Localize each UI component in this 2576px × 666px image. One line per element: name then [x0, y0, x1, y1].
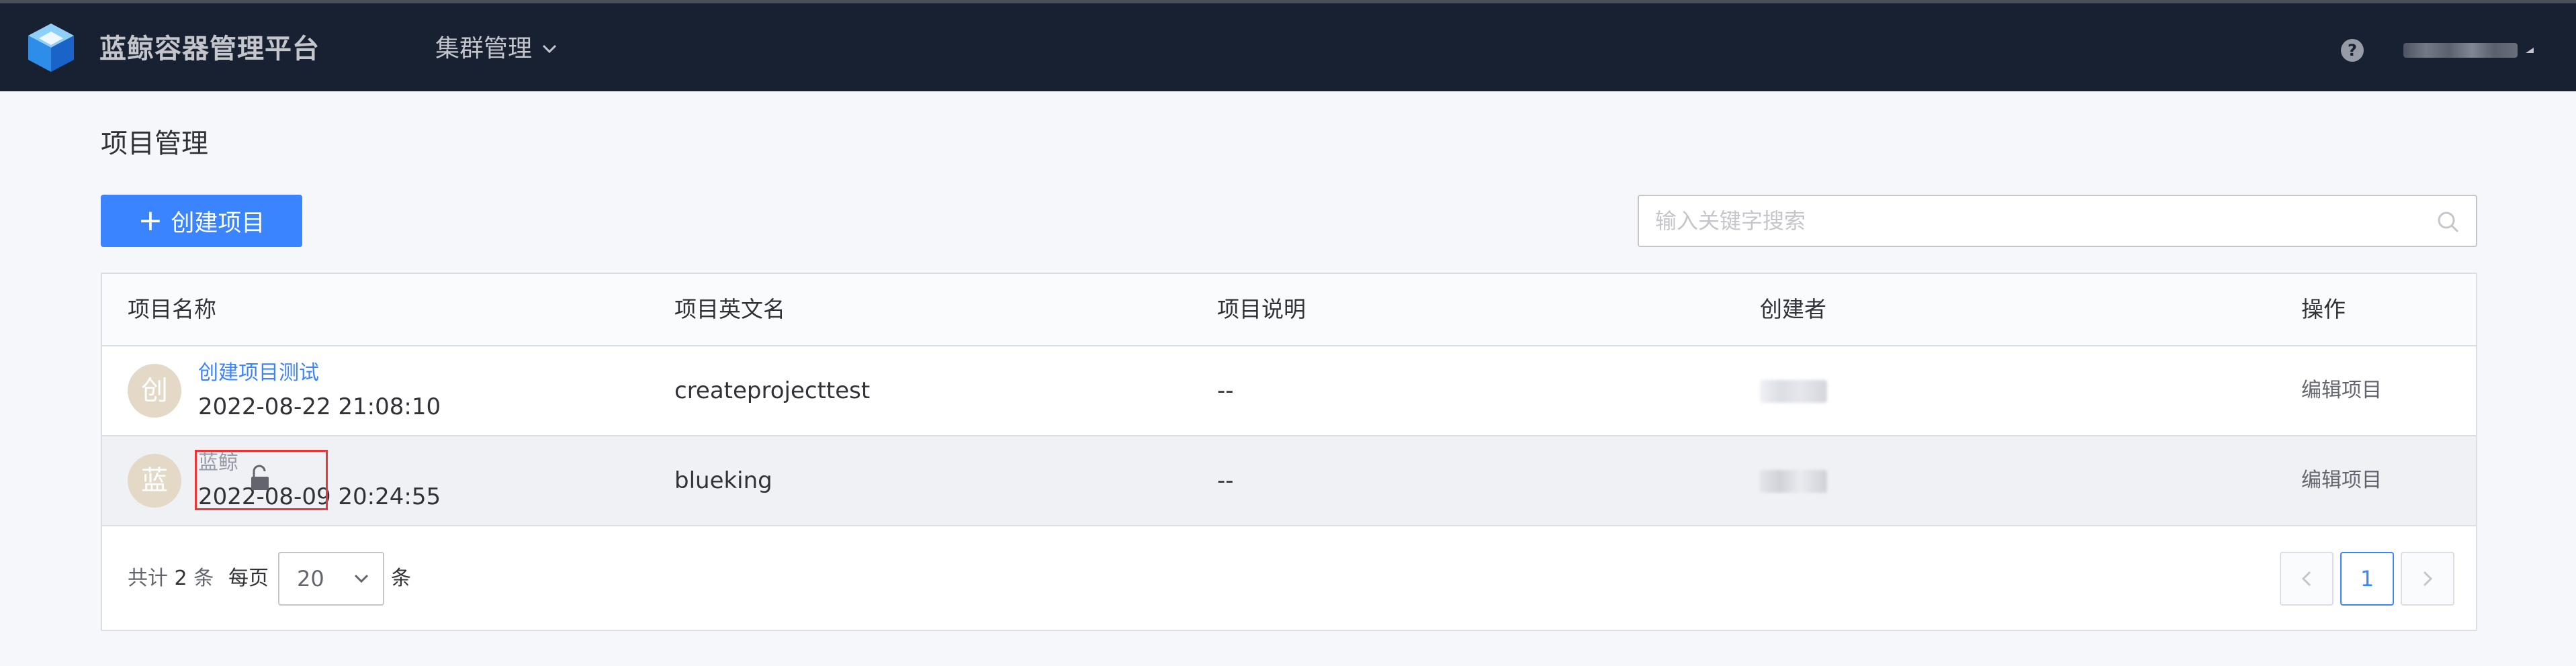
- username-redacted: [2403, 43, 2518, 58]
- svg-text:?: ?: [2348, 41, 2357, 60]
- edit-project-link[interactable]: 编辑项目: [2301, 436, 2382, 525]
- highlight-box: [195, 450, 328, 510]
- caret-down-icon: [2526, 48, 2534, 53]
- plus-icon: +: [138, 203, 163, 238]
- user-menu[interactable]: [2403, 41, 2541, 60]
- project-description: --: [1217, 377, 1234, 404]
- total-suffix: 条: [193, 567, 214, 590]
- avatar: 创: [128, 364, 181, 418]
- column-header-creator: 创建者: [1760, 296, 1826, 322]
- chevron-right-icon: [2423, 571, 2433, 587]
- previous-page-button[interactable]: [2280, 552, 2334, 606]
- total-count: 共计 2 条: [128, 565, 214, 592]
- project-english-name: blueking: [674, 467, 772, 494]
- project-created-time: 2022-08-22 21:08:10: [198, 393, 441, 420]
- table-row: 蓝 蓝鲸 2022-08-09 20:24:55 blueking -- 编辑项…: [102, 436, 2476, 526]
- per-page-value: 20: [297, 566, 324, 591]
- avatar: 蓝: [128, 454, 181, 508]
- total-number: 2: [174, 567, 187, 590]
- question-circle-icon[interactable]: ?: [2340, 38, 2364, 62]
- create-project-button[interactable]: + 创建项目: [101, 195, 302, 247]
- chevron-down-icon: [542, 44, 557, 54]
- chevron-left-icon: [2301, 571, 2311, 587]
- page-title: 项目管理: [101, 128, 208, 159]
- edit-project-link[interactable]: 编辑项目: [2301, 346, 2382, 435]
- per-page-label: 每页: [228, 567, 269, 590]
- platform-title[interactable]: 蓝鲸容器管理平台: [99, 33, 320, 65]
- page-number-button[interactable]: 1: [2340, 552, 2394, 606]
- project-description: --: [1217, 467, 1234, 494]
- project-name-link[interactable]: 创建项目测试: [198, 361, 319, 385]
- table-footer: 共计 2 条 每页 20 条 1: [102, 526, 2476, 631]
- table-row: 创 创建项目测试 2022-08-22 21:08:10 createproje…: [102, 346, 2476, 436]
- chevron-down-icon: [354, 574, 369, 583]
- column-header-actions: 操作: [2301, 296, 2346, 322]
- column-header-name: 项目名称: [128, 296, 216, 322]
- column-header-description: 项目说明: [1217, 296, 1306, 322]
- per-page-unit: 条: [391, 567, 411, 590]
- creator-redacted: [1760, 380, 1827, 403]
- bk-cube-logo-icon[interactable]: [27, 22, 75, 73]
- search-input[interactable]: [1655, 196, 2421, 246]
- search-box[interactable]: [1638, 195, 2477, 247]
- per-page-select[interactable]: 20: [278, 552, 384, 606]
- search-icon[interactable]: [2437, 211, 2460, 234]
- total-prefix: 共计: [128, 567, 168, 590]
- top-navigation-bar: 蓝鲸容器管理平台 集群管理 ?: [0, 0, 2576, 91]
- table-header: 项目名称 项目英文名 项目说明 创建者 操作: [102, 274, 2476, 346]
- create-button-label: 创建项目: [171, 209, 265, 237]
- cluster-management-menu[interactable]: 集群管理: [435, 34, 558, 64]
- project-table: 项目名称 项目英文名 项目说明 创建者 操作 创 创建项目测试 2022-08-…: [101, 273, 2477, 631]
- project-english-name: createprojecttest: [674, 377, 871, 404]
- creator-redacted: [1760, 470, 1827, 493]
- column-header-english-name: 项目英文名: [674, 296, 785, 322]
- next-page-button[interactable]: [2401, 552, 2454, 606]
- nav-menu-label: 集群管理: [435, 35, 533, 62]
